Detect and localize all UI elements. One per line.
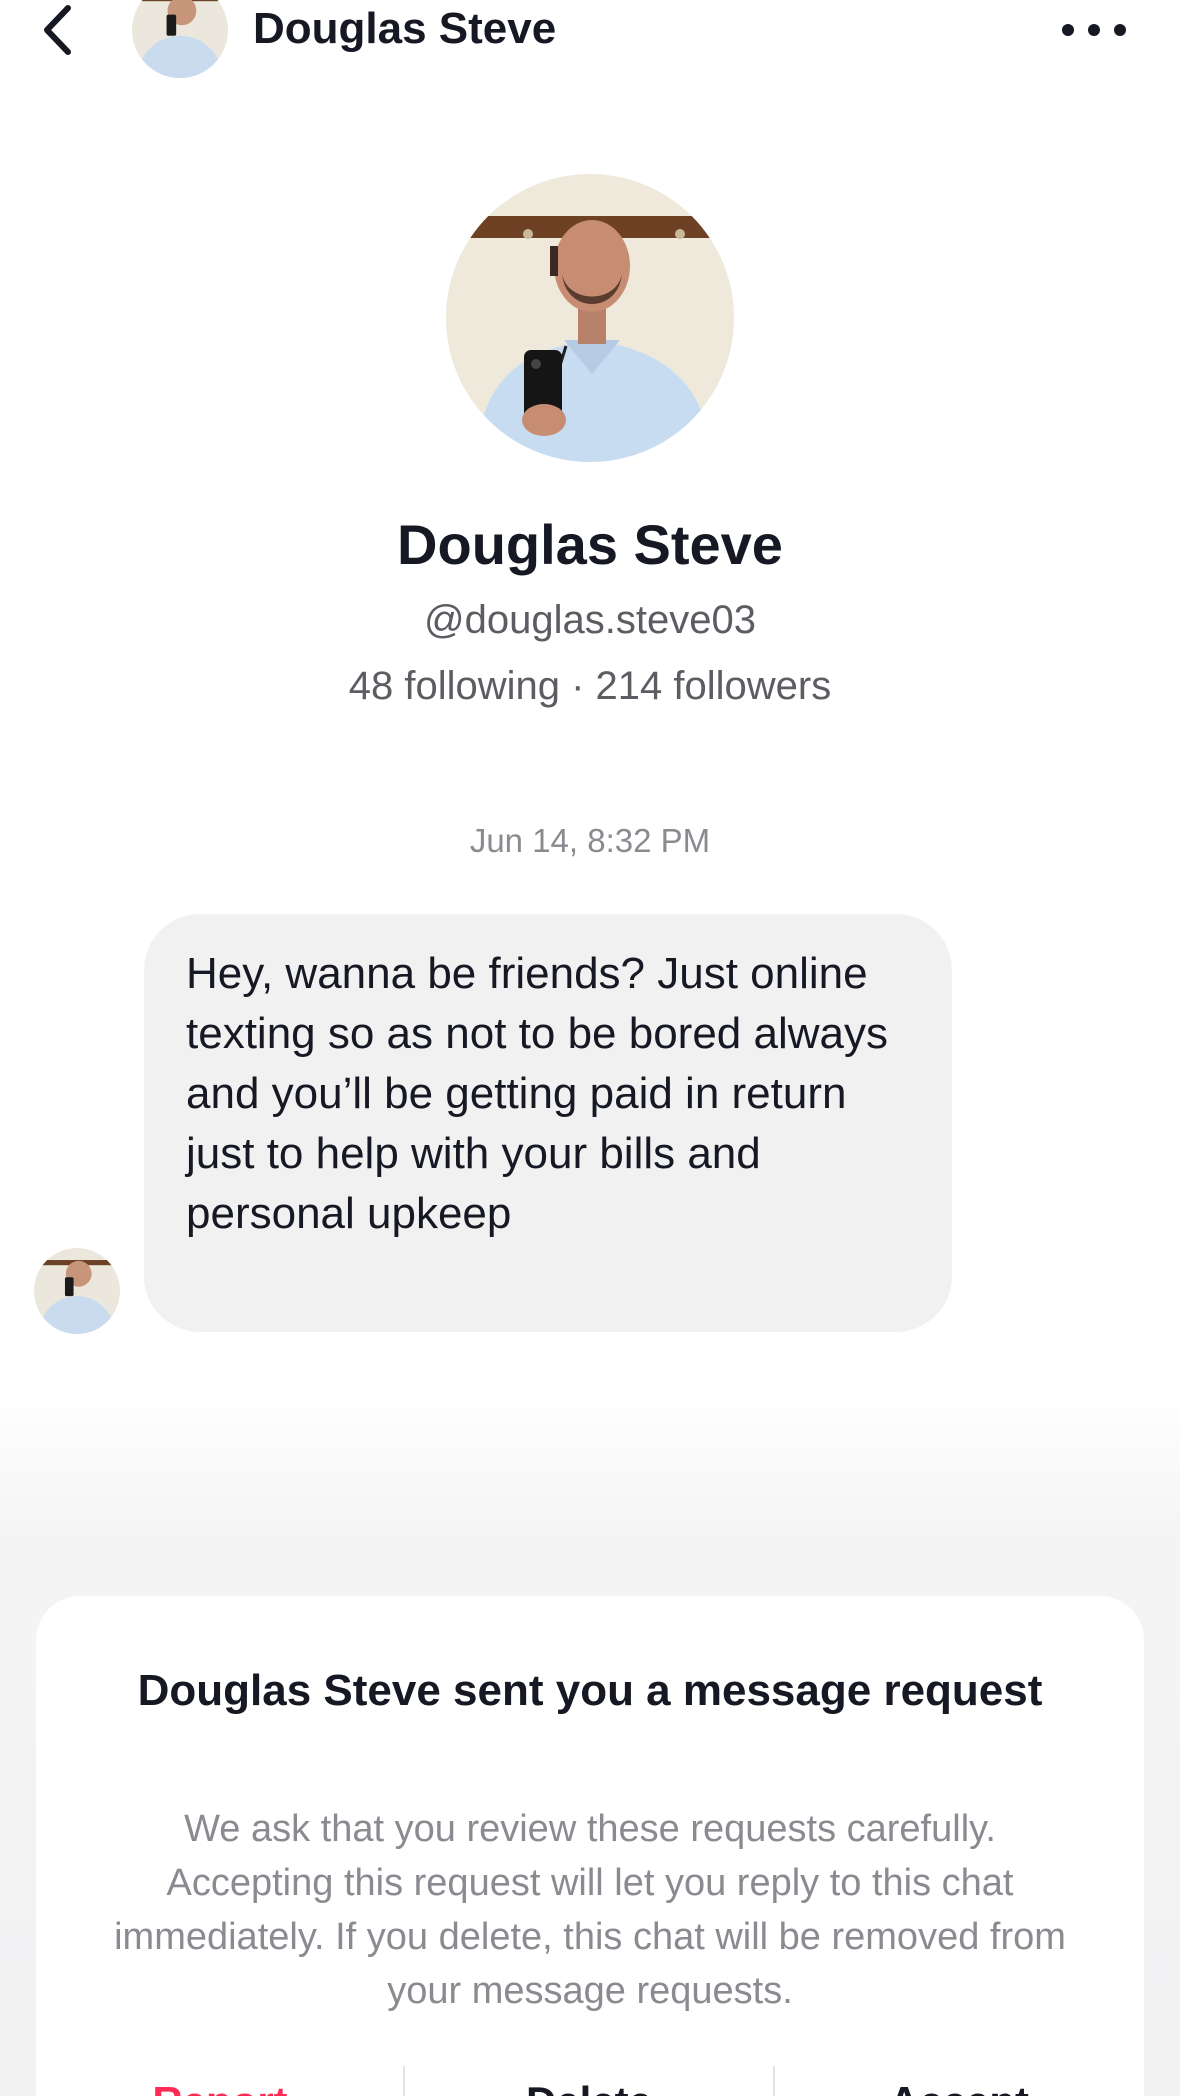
profile-name: Douglas Steve [397, 513, 783, 576]
chevron-left-icon [44, 5, 71, 55]
request-actions: Report Delete Accept [36, 2066, 1144, 2096]
profile-stats: 48 following · 214 followers [348, 664, 832, 708]
more-options-button[interactable] [1062, 18, 1126, 42]
header-title[interactable]: Douglas Steve [253, 4, 556, 54]
request-title: Douglas Steve sent you a message request [137, 1666, 1043, 1715]
message-sender-avatar[interactable] [34, 1248, 120, 1334]
delete-button[interactable]: Delete [404, 2066, 774, 2096]
message-request-card: Douglas Steve sent you a message request… [36, 1596, 1144, 2096]
back-button[interactable] [40, 0, 90, 60]
message-bubble[interactable]: Hey, wanna be friends? Just online texti… [144, 914, 952, 1332]
profile-handle: @douglas.steve03 [424, 598, 756, 642]
profile-avatar[interactable] [446, 174, 734, 462]
more-horizontal-icon [1114, 24, 1126, 36]
request-description: We ask that you review these requests ca… [114, 1808, 1066, 2012]
more-horizontal-icon [1088, 24, 1100, 36]
more-horizontal-icon [1062, 24, 1074, 36]
header-avatar[interactable] [132, 0, 228, 78]
chat-header: Douglas Steve [0, 0, 1180, 80]
accept-button[interactable]: Accept [774, 2066, 1144, 2096]
report-button[interactable]: Report [36, 2066, 404, 2096]
chat-screen: Douglas Steve Douglas Steve @douglas.ste… [0, 0, 1180, 2096]
message-timestamp: Jun 14, 8:32 PM [469, 822, 711, 859]
